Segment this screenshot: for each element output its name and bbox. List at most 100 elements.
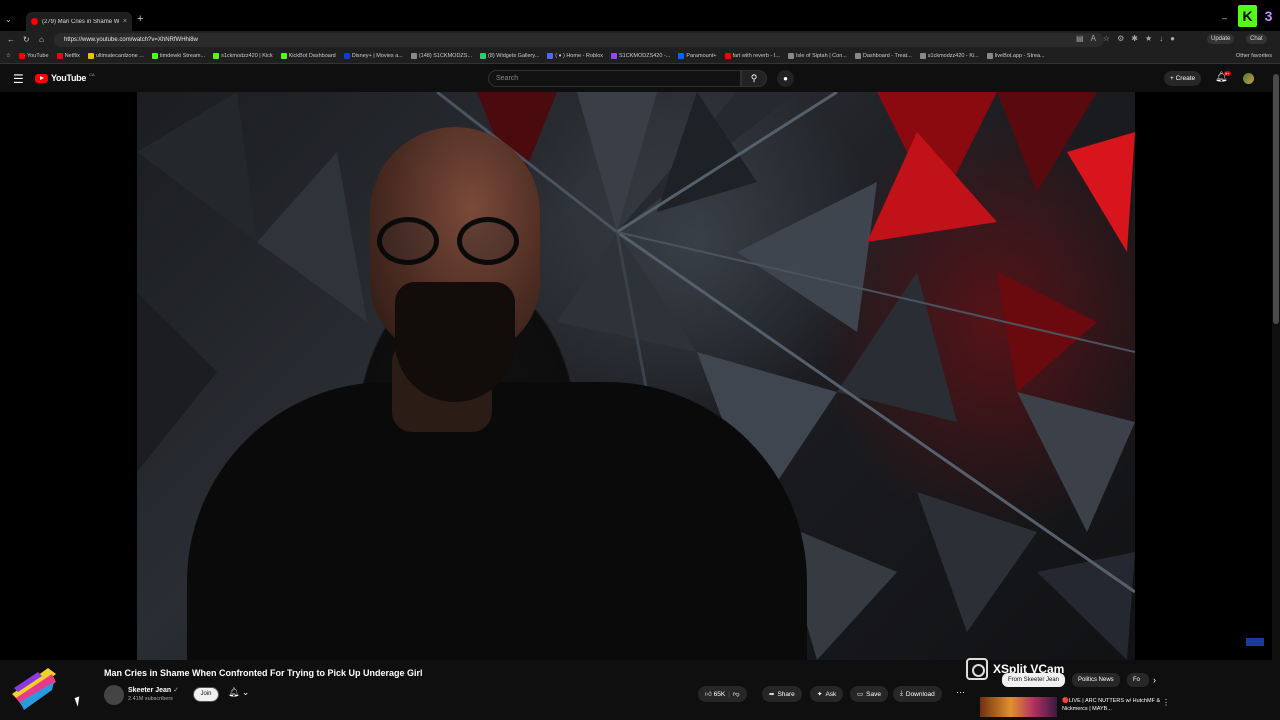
read-mode-icon[interactable]: ▤ — [1076, 34, 1084, 43]
bookmarks-star-icon[interactable]: ☆ — [6, 53, 11, 59]
dislike-button[interactable]: 👎︎ — [733, 690, 740, 698]
bookmark-favicon-icon — [151, 53, 158, 59]
favorites-list-icon[interactable]: ★ — [1145, 34, 1152, 43]
back-arrow-icon[interactable]: ← — [7, 35, 15, 44]
bookmark-item[interactable]: s1ckmodzz420 - Ki... — [919, 53, 979, 59]
like-button[interactable]: 👍︎ 65K — [705, 690, 725, 698]
tab-list-chevron-icon[interactable]: ⌄ — [5, 15, 12, 24]
search-input[interactable]: Search — [488, 70, 741, 87]
youtube-logo[interactable]: YouTube CA — [35, 72, 95, 83]
tab-close-icon[interactable]: × — [123, 18, 127, 25]
bookmark-label: fart with reverb - I... — [732, 53, 780, 59]
more-actions-icon[interactable]: ⋯ — [956, 687, 965, 698]
bookmark-label: Dashboard - Treat... — [862, 53, 912, 59]
recommended-video-thumbnail[interactable] — [980, 697, 1057, 717]
account-avatar[interactable] — [1243, 73, 1254, 84]
recommended-video-title[interactable]: 🔴LIVE | ARC NUTTERS w/ HutchMF & Nickmer… — [1062, 697, 1162, 713]
browser-tab-active[interactable]: (279) Man Cries in Shame Wh × — [26, 12, 132, 31]
verified-check-icon: ✓ — [173, 687, 180, 694]
bookmark-label: s1ckmodzz420 - Ki... — [927, 53, 979, 59]
reload-icon[interactable]: ↻ — [23, 35, 30, 44]
like-dislike-group: 👍︎ 65K | 👎︎ — [698, 686, 747, 702]
bookmark-item[interactable]: fart with reverb - I... — [724, 53, 780, 59]
other-favorites-folder[interactable]: Other favorites — [1231, 53, 1272, 59]
chip-more[interactable]: Fo — [1127, 673, 1149, 687]
bookmark-item[interactable]: ( ♦ ) Home - Roblox — [547, 53, 603, 59]
bookmark-favicon-icon — [919, 53, 926, 59]
bookmark-item[interactable]: liveBot.app - Strea... — [986, 53, 1045, 59]
bookmark-label: (8) Widgets Gallery... — [488, 53, 540, 59]
chip-politics-news[interactable]: Politics News — [1072, 673, 1120, 687]
extensions-icon[interactable]: ⚙ — [1117, 34, 1124, 43]
bookmark-item[interactable]: timdewki Stream... — [151, 53, 206, 59]
collections-icon[interactable]: ✱ — [1131, 34, 1138, 43]
bookmark-label: KickBot Dashboard — [288, 53, 336, 59]
voice-search-button[interactable]: ● — [777, 70, 794, 87]
scrollbar-thumb[interactable] — [1273, 74, 1279, 324]
download-button[interactable]: ⤓ Download — [893, 686, 942, 702]
bookmark-item[interactable]: s1ckmodzz420 | Kick — [213, 53, 273, 59]
video-player[interactable] — [0, 92, 1272, 660]
copilot-chat-button[interactable]: Chat — [1246, 34, 1267, 44]
download-label: Download — [905, 690, 935, 698]
update-button[interactable]: Update — [1207, 34, 1235, 44]
subscriber-count: 2.41M subscribers — [128, 696, 173, 702]
youtube-wordmark: YouTube — [51, 73, 87, 83]
bookmark-favicon-icon — [410, 53, 417, 59]
bookmark-favicon-icon — [611, 53, 618, 59]
share-icon: ➦ — [769, 691, 775, 698]
bookmarks-bar: ☆ YouTube Netflix ultimatecardzone ... timde… — [0, 49, 1280, 64]
translate-icon[interactable]: A — [1091, 34, 1096, 43]
notification-count-badge: 9+ — [1224, 71, 1231, 76]
bookmark-item[interactable]: Paramount+ — [678, 53, 717, 59]
create-button[interactable]: + Create — [1164, 71, 1202, 86]
bookmark-favicon-icon — [56, 53, 63, 59]
youtube-header: ☰ YouTube CA Search ⚲ ● + Create 🔔︎ 9+ — [0, 65, 1280, 92]
url-input[interactable]: https://www.youtube.com/watch?v=XhNRfWHh… — [54, 33, 1104, 47]
save-label: Save — [866, 690, 881, 698]
sparkle-icon: ✦ — [817, 691, 823, 698]
bookmark-item[interactable]: YouTube — [18, 53, 49, 59]
bookmark-label: Paramount+ — [686, 53, 717, 59]
search-placeholder: Search — [496, 75, 519, 82]
recommended-video-menu-icon[interactable]: ⋮ — [1162, 698, 1170, 707]
bookmark-item[interactable]: (8) Widgets Gallery... — [480, 53, 539, 59]
chip-from-channel[interactable]: From Skeeter Jean — [1002, 673, 1066, 687]
join-button[interactable]: Join — [193, 687, 219, 702]
channel-avatar[interactable] — [104, 685, 124, 705]
bookmark-item[interactable]: Disney+ | Movies a... — [343, 53, 403, 59]
ask-button[interactable]: ✦ Ask — [810, 686, 844, 702]
bookmark-item[interactable]: (148) S1CKMODZS... — [410, 53, 472, 59]
bookmark-favicon-icon — [678, 53, 685, 59]
bookmark-item[interactable]: ultimatecardzone ... — [87, 53, 144, 59]
bookmark-item[interactable]: S1CKMODZS420 -... — [611, 53, 670, 59]
bookmark-favicon-icon — [87, 53, 94, 59]
bookmark-favicon-icon — [343, 53, 350, 59]
bookmark-item[interactable]: Isle of Siptah | Con... — [787, 53, 847, 59]
home-icon[interactable]: ⌂ — [39, 35, 44, 44]
favorite-star-icon[interactable]: ☆ — [1103, 34, 1110, 43]
presenter-body — [187, 382, 807, 660]
bookmark-label: Isle of Siptah | Con... — [795, 53, 847, 59]
download-icon[interactable]: ↓ — [1159, 34, 1163, 43]
bookmark-favicon-icon — [854, 53, 861, 59]
bookmark-item[interactable]: KickBot Dashboard — [280, 53, 336, 59]
kick-logo: K3 — [1238, 5, 1278, 27]
bookmark-favicon-icon — [986, 53, 993, 59]
window-minimize-icon[interactable]: – — [1222, 13, 1227, 23]
menu-hamburger-icon[interactable]: ☰ — [13, 72, 24, 86]
save-button[interactable]: ▭ Save — [850, 686, 888, 702]
chips-next-arrow-icon[interactable]: › — [1153, 675, 1156, 685]
channel-name[interactable]: Skeeter Jean ✓ — [128, 686, 179, 694]
new-tab-button[interactable]: + — [137, 13, 143, 25]
profile-icon[interactable]: ● — [1170, 34, 1175, 43]
share-button[interactable]: ➦ Share — [762, 686, 802, 702]
bookmark-label: timdewki Stream... — [159, 53, 206, 59]
subscribed-bell-icon[interactable]: 🔔︎ ⌄ — [228, 687, 249, 698]
bookmark-item[interactable]: Dashboard - Treat... — [854, 53, 912, 59]
bookmark-item[interactable]: Netflix — [56, 53, 80, 59]
search-button[interactable]: ⚲ — [741, 70, 767, 87]
page-scrollbar[interactable] — [1272, 64, 1280, 720]
url-text: https://www.youtube.com/watch?v=XhNRfWHh… — [64, 37, 198, 43]
presenter-glasses — [369, 217, 534, 267]
